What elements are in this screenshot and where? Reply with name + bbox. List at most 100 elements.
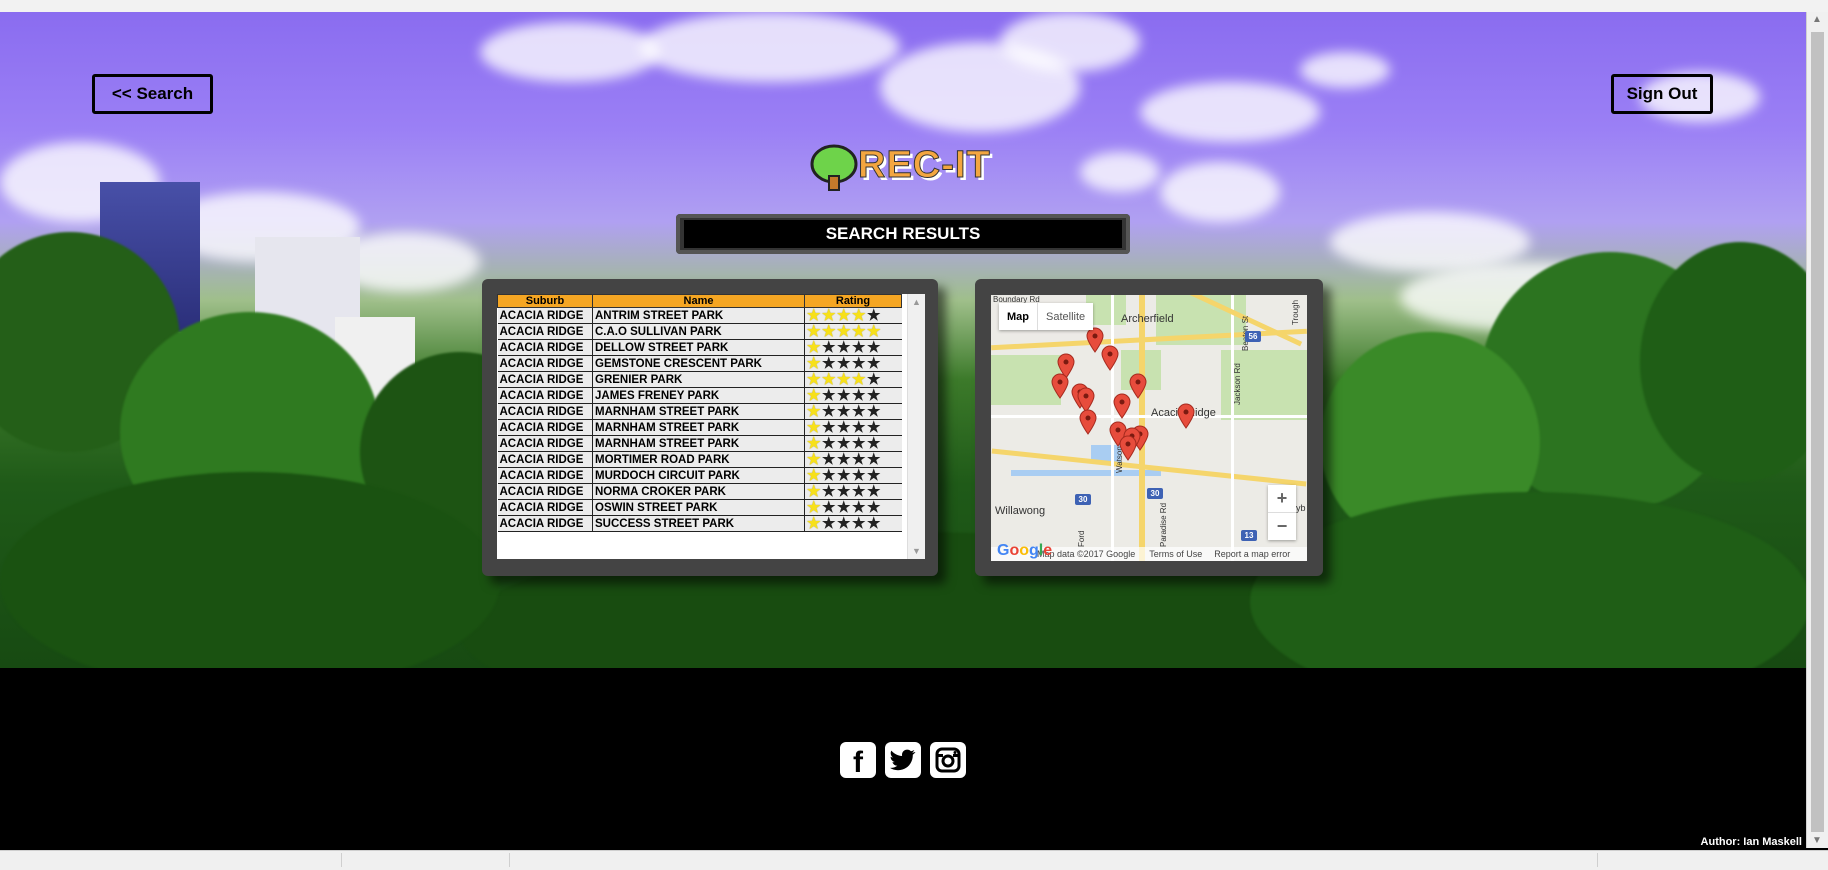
page-scroll-thumb[interactable] [1811, 32, 1824, 832]
star-icon: ★ [852, 402, 866, 420]
table-row[interactable]: ACACIA RIDGE MORTIMER ROAD PARK ★ ★ ★ ★ ★ [497, 450, 902, 468]
results-table-container: Suburb Name Rating ACACIA RIDGE ANTRIM ST… [497, 294, 925, 559]
table-row[interactable]: ACACIA RIDGE DELLOW STREET PARK ★ ★ ★ ★ ★ [497, 338, 902, 356]
star-icon: ★ [867, 514, 881, 532]
star-icon: ★ [807, 386, 821, 404]
zoom-in-button[interactable]: + [1268, 485, 1296, 513]
star-icon: ★ [807, 434, 821, 452]
results-panel: Suburb Name Rating ACACIA RIDGE ANTRIM ST… [482, 279, 938, 576]
table-row[interactable]: ACACIA RIDGE MURDOCH CIRCUIT PARK ★ ★ ★ ★ ★ [497, 466, 902, 484]
star-icon: ★ [807, 306, 821, 324]
star-icon: ★ [852, 386, 866, 404]
star-icon: ★ [837, 498, 851, 516]
table-scrollbar[interactable]: ▲ ▼ [907, 294, 925, 559]
map-marker-icon[interactable] [1177, 403, 1195, 429]
table-row[interactable]: ACACIA RIDGE MARNHAM STREET PARK ★ ★ ★ ★ ★ [497, 418, 902, 436]
table-row[interactable]: ACACIA RIDGE C.A.O SULLIVAN PARK ★ ★ ★ ★ ★ [497, 323, 902, 340]
facebook-icon[interactable]: f [840, 742, 876, 779]
map-marker-icon[interactable] [1051, 373, 1069, 399]
header-name: Name [592, 294, 805, 308]
table-row[interactable]: ACACIA RIDGE MARNHAM STREET PARK ★ ★ ★ ★ ★ [497, 402, 902, 420]
cell-rating: ★ ★ ★ ★ ★ [804, 450, 902, 468]
cell-name: GRENIER PARK [592, 371, 805, 388]
cell-rating: ★ ★ ★ ★ ★ [804, 498, 902, 516]
table-row[interactable]: ACACIA RIDGE SUCCESS STREET PARK ★ ★ ★ ★ ★ [497, 514, 902, 532]
instagram-icon[interactable] [930, 742, 966, 778]
star-icon: ★ [852, 338, 866, 356]
star-icon: ★ [852, 482, 866, 500]
star-icon: ★ [837, 450, 851, 468]
star-icon: ★ [852, 498, 866, 516]
star-icon: ★ [852, 370, 866, 388]
table-row[interactable]: ACACIA RIDGE MARNHAM STREET PARK ★ ★ ★ ★ ★ [497, 434, 902, 452]
table-row[interactable]: ACACIA RIDGE OSWIN STREET PARK ★ ★ ★ ★ ★ [497, 498, 902, 516]
cell-name: JAMES FRENEY PARK [592, 387, 805, 404]
highway-shield-56: 56 [1245, 331, 1261, 342]
cell-name: GEMSTONE CRESCENT PARK [592, 355, 805, 372]
cell-name: ANTRIM STREET PARK [592, 307, 805, 324]
star-icon: ★ [867, 370, 881, 388]
map-panel: Archerfield Acacia Ridge Willawong Jacks… [975, 279, 1323, 576]
cell-name: DELLOW STREET PARK [592, 339, 805, 356]
twitter-bird-icon [890, 749, 916, 771]
cell-name: NORMA CROKER PARK [592, 483, 805, 500]
report-map-error-link[interactable]: Report a map error [1214, 549, 1290, 559]
header-suburb: Suburb [497, 294, 593, 308]
map-type-satellite-button[interactable]: Satellite [1038, 303, 1093, 330]
table-row[interactable]: ACACIA RIDGE JAMES FRENEY PARK ★ ★ ★ ★ ★ [497, 386, 902, 404]
star-icon: ★ [822, 402, 836, 420]
cell-rating: ★ ★ ★ ★ ★ [804, 434, 902, 452]
cell-suburb: ACACIA RIDGE [497, 339, 593, 356]
terms-of-use-link[interactable]: Terms of Use [1149, 549, 1202, 559]
star-icon: ★ [837, 402, 851, 420]
map-marker-icon[interactable] [1129, 373, 1147, 399]
star-icon: ★ [822, 498, 836, 516]
map-marker-icon[interactable] [1079, 409, 1097, 435]
star-icon: ★ [837, 482, 851, 500]
table-row[interactable]: ACACIA RIDGE GRENIER PARK ★ ★ ★ ★ ★ [497, 370, 902, 388]
cell-name: MARNHAM STREET PARK [592, 435, 805, 452]
star-icon: ★ [867, 482, 881, 500]
cell-suburb: ACACIA RIDGE [497, 307, 593, 324]
map-marker-icon[interactable] [1101, 345, 1119, 371]
star-icon: ★ [822, 306, 836, 324]
results-table: Suburb Name Rating ACACIA RIDGE ANTRIM ST… [497, 294, 902, 532]
table-row[interactable]: ACACIA RIDGE ANTRIM STREET PARK ★ ★ ★ ★ ★ [497, 306, 902, 324]
star-icon: ★ [852, 514, 866, 532]
star-icon: ★ [867, 338, 881, 356]
star-icon: ★ [867, 450, 881, 468]
map-label-trough: Trough [1291, 299, 1300, 325]
star-icon: ★ [822, 450, 836, 468]
page-vertical-scrollbar[interactable]: ▲ ▼ [1806, 12, 1828, 848]
table-row[interactable]: ACACIA RIDGE GEMSTONE CRESCENT PARK ★ ★ ★ ★ ★ [497, 355, 902, 372]
star-icon: ★ [807, 466, 821, 484]
cell-suburb: ACACIA RIDGE [497, 467, 593, 484]
map-type-toggle: Map Satellite [999, 303, 1094, 330]
cell-suburb: ACACIA RIDGE [497, 355, 593, 372]
star-icon: ★ [852, 434, 866, 452]
cell-suburb: ACACIA RIDGE [497, 419, 593, 436]
map-type-map-button[interactable]: Map [999, 303, 1038, 330]
highway-shield-30: 30 [1075, 494, 1091, 505]
map-view[interactable]: Archerfield Acacia Ridge Willawong Jacks… [991, 295, 1307, 561]
table-row[interactable]: ACACIA RIDGE NORMA CROKER PARK ★ ★ ★ ★ ★ [497, 482, 902, 500]
back-to-search-button[interactable]: << Search [92, 74, 213, 114]
rec-it-logo: REC-IT [806, 138, 996, 196]
star-icon: ★ [807, 514, 821, 532]
star-icon: ★ [867, 402, 881, 420]
map-label-jackson-rd: Jackson Rd [1233, 363, 1242, 405]
page-horizontal-scrollbar[interactable] [0, 850, 1828, 870]
twitter-icon[interactable] [885, 742, 921, 778]
star-icon: ★ [822, 386, 836, 404]
map-label-willawong: Willawong [995, 505, 1046, 517]
facebook-glyph: f [853, 746, 863, 779]
logo-text: REC-IT [858, 144, 991, 187]
map-marker-icon[interactable] [1119, 435, 1137, 461]
cell-rating: ★ ★ ★ ★ ★ [804, 370, 902, 388]
star-icon: ★ [807, 418, 821, 436]
map-marker-icon[interactable] [1113, 393, 1131, 419]
cell-name: SUCCESS STREET PARK [592, 515, 805, 532]
sign-out-button[interactable]: Sign Out [1611, 74, 1713, 114]
star-icon: ★ [867, 386, 881, 404]
zoom-out-button[interactable]: − [1268, 513, 1296, 540]
